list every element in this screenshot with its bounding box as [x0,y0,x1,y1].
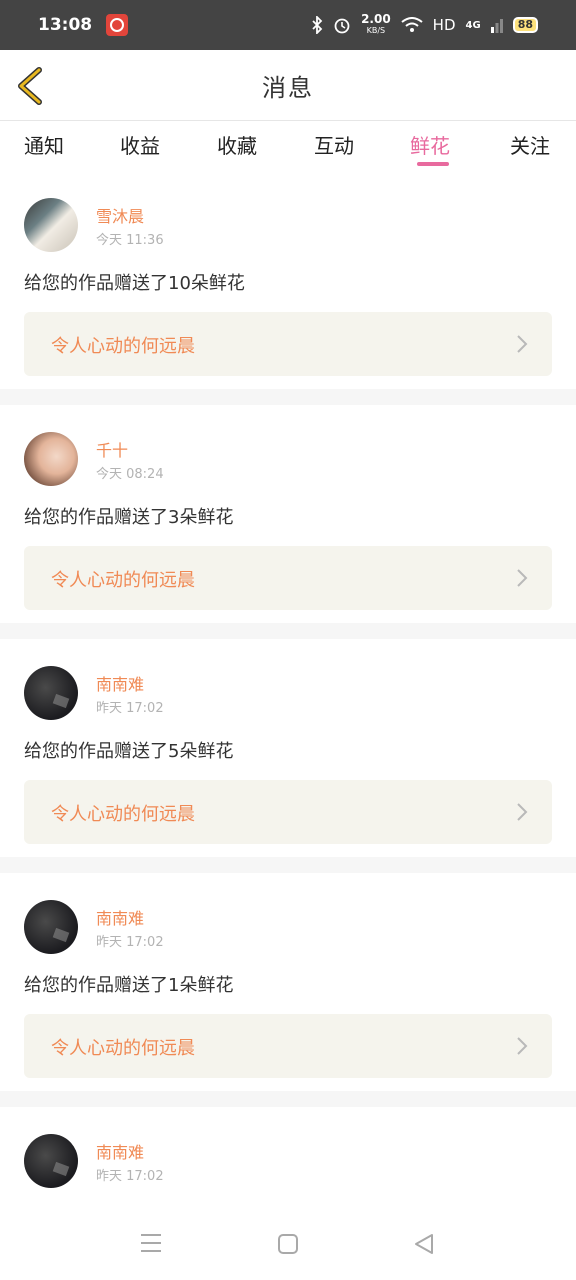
work-link-card[interactable]: 令人心动的何远晨 [24,1014,552,1078]
work-title: 令人心动的何远晨 [51,1038,195,1059]
tab-interactions[interactable]: 互动 [314,130,354,159]
timestamp: 今天 11:36 [96,233,164,248]
list-item: 千十 今天 08:24 给您的作品赠送了3朵鲜花 令人心动的何远晨 [0,405,576,639]
app-notification-icon [106,14,129,36]
avatar[interactable] [24,900,78,954]
username[interactable]: 雪沐晨 [96,203,144,227]
message-text: 给您的作品赠送了10朵鲜花 [24,273,245,294]
tab-flowers[interactable]: 鲜花 [410,130,450,159]
tab-earnings[interactable]: 收益 [120,130,160,159]
work-title: 令人心动的何远晨 [51,804,195,825]
username[interactable]: 南南难 [96,905,144,929]
avatar[interactable] [24,198,78,252]
network-type: 4G [465,19,481,31]
active-tab-indicator [417,162,449,166]
tab-following[interactable]: 关注 [510,130,550,159]
system-nav-bar [0,1208,576,1280]
list-item: 南南难 昨天 17:02 给您的作品赠送了5朵鲜花 令人心动的何远晨 [0,639,576,873]
list-item: 雪沐晨 今天 11:36 给您的作品赠送了10朵鲜花 令人心动的何远晨 [0,171,576,405]
battery-indicator: 88 [512,17,538,33]
menu-icon[interactable] [140,1233,162,1253]
page-title: 消息 [262,74,314,102]
header-bar: 消息 [0,50,576,121]
bluetooth-icon [312,16,323,34]
timestamp: 昨天 17:02 [96,935,164,950]
tab-notifications[interactable]: 通知 [24,130,64,159]
work-link-card[interactable]: 令人心动的何远晨 [24,312,552,376]
chevron-right-icon [517,335,528,353]
status-bar: 13:08 2.00 KB/S HD 4G 88 [0,0,576,50]
chevron-right-icon [517,803,528,821]
status-time: 13:08 [38,15,93,35]
home-icon[interactable] [277,1233,299,1255]
work-title: 令人心动的何远晨 [51,570,195,591]
list-item: 南南难 昨天 17:02 给您的作品赠送了1朵鲜花 令人心动的何远晨 [0,873,576,1107]
work-link-card[interactable]: 令人心动的何远晨 [24,546,552,610]
timestamp: 昨天 17:02 [96,701,164,716]
alarm-icon [334,18,350,34]
chevron-right-icon [517,1037,528,1055]
signal-icon [490,19,503,33]
username[interactable]: 千十 [96,437,128,461]
username[interactable]: 南南难 [96,671,144,695]
avatar[interactable] [24,666,78,720]
timestamp: 昨天 17:02 [96,1169,164,1184]
message-text: 给您的作品赠送了3朵鲜花 [24,507,234,528]
avatar[interactable] [24,1134,78,1188]
work-link-card[interactable]: 令人心动的何远晨 [24,780,552,844]
category-tabs: 通知 收益 收藏 互动 鲜花 关注 [0,121,576,171]
net-speed: 2.00 KB/S [361,12,391,35]
avatar[interactable] [24,432,78,486]
timestamp: 今天 08:24 [96,467,164,482]
message-text: 给您的作品赠送了1朵鲜花 [24,975,234,996]
wifi-icon [401,17,423,32]
work-title: 令人心动的何远晨 [51,336,195,357]
notification-list: 雪沐晨 今天 11:36 给您的作品赠送了10朵鲜花 令人心动的何远晨 千十 今… [0,171,576,1227]
tab-favorites[interactable]: 收藏 [217,130,257,159]
username[interactable]: 南南难 [96,1139,144,1163]
back-icon[interactable] [413,1233,435,1255]
hd-indicator: HD [432,16,456,34]
chevron-right-icon [517,569,528,587]
message-text: 给您的作品赠送了5朵鲜花 [24,741,234,762]
